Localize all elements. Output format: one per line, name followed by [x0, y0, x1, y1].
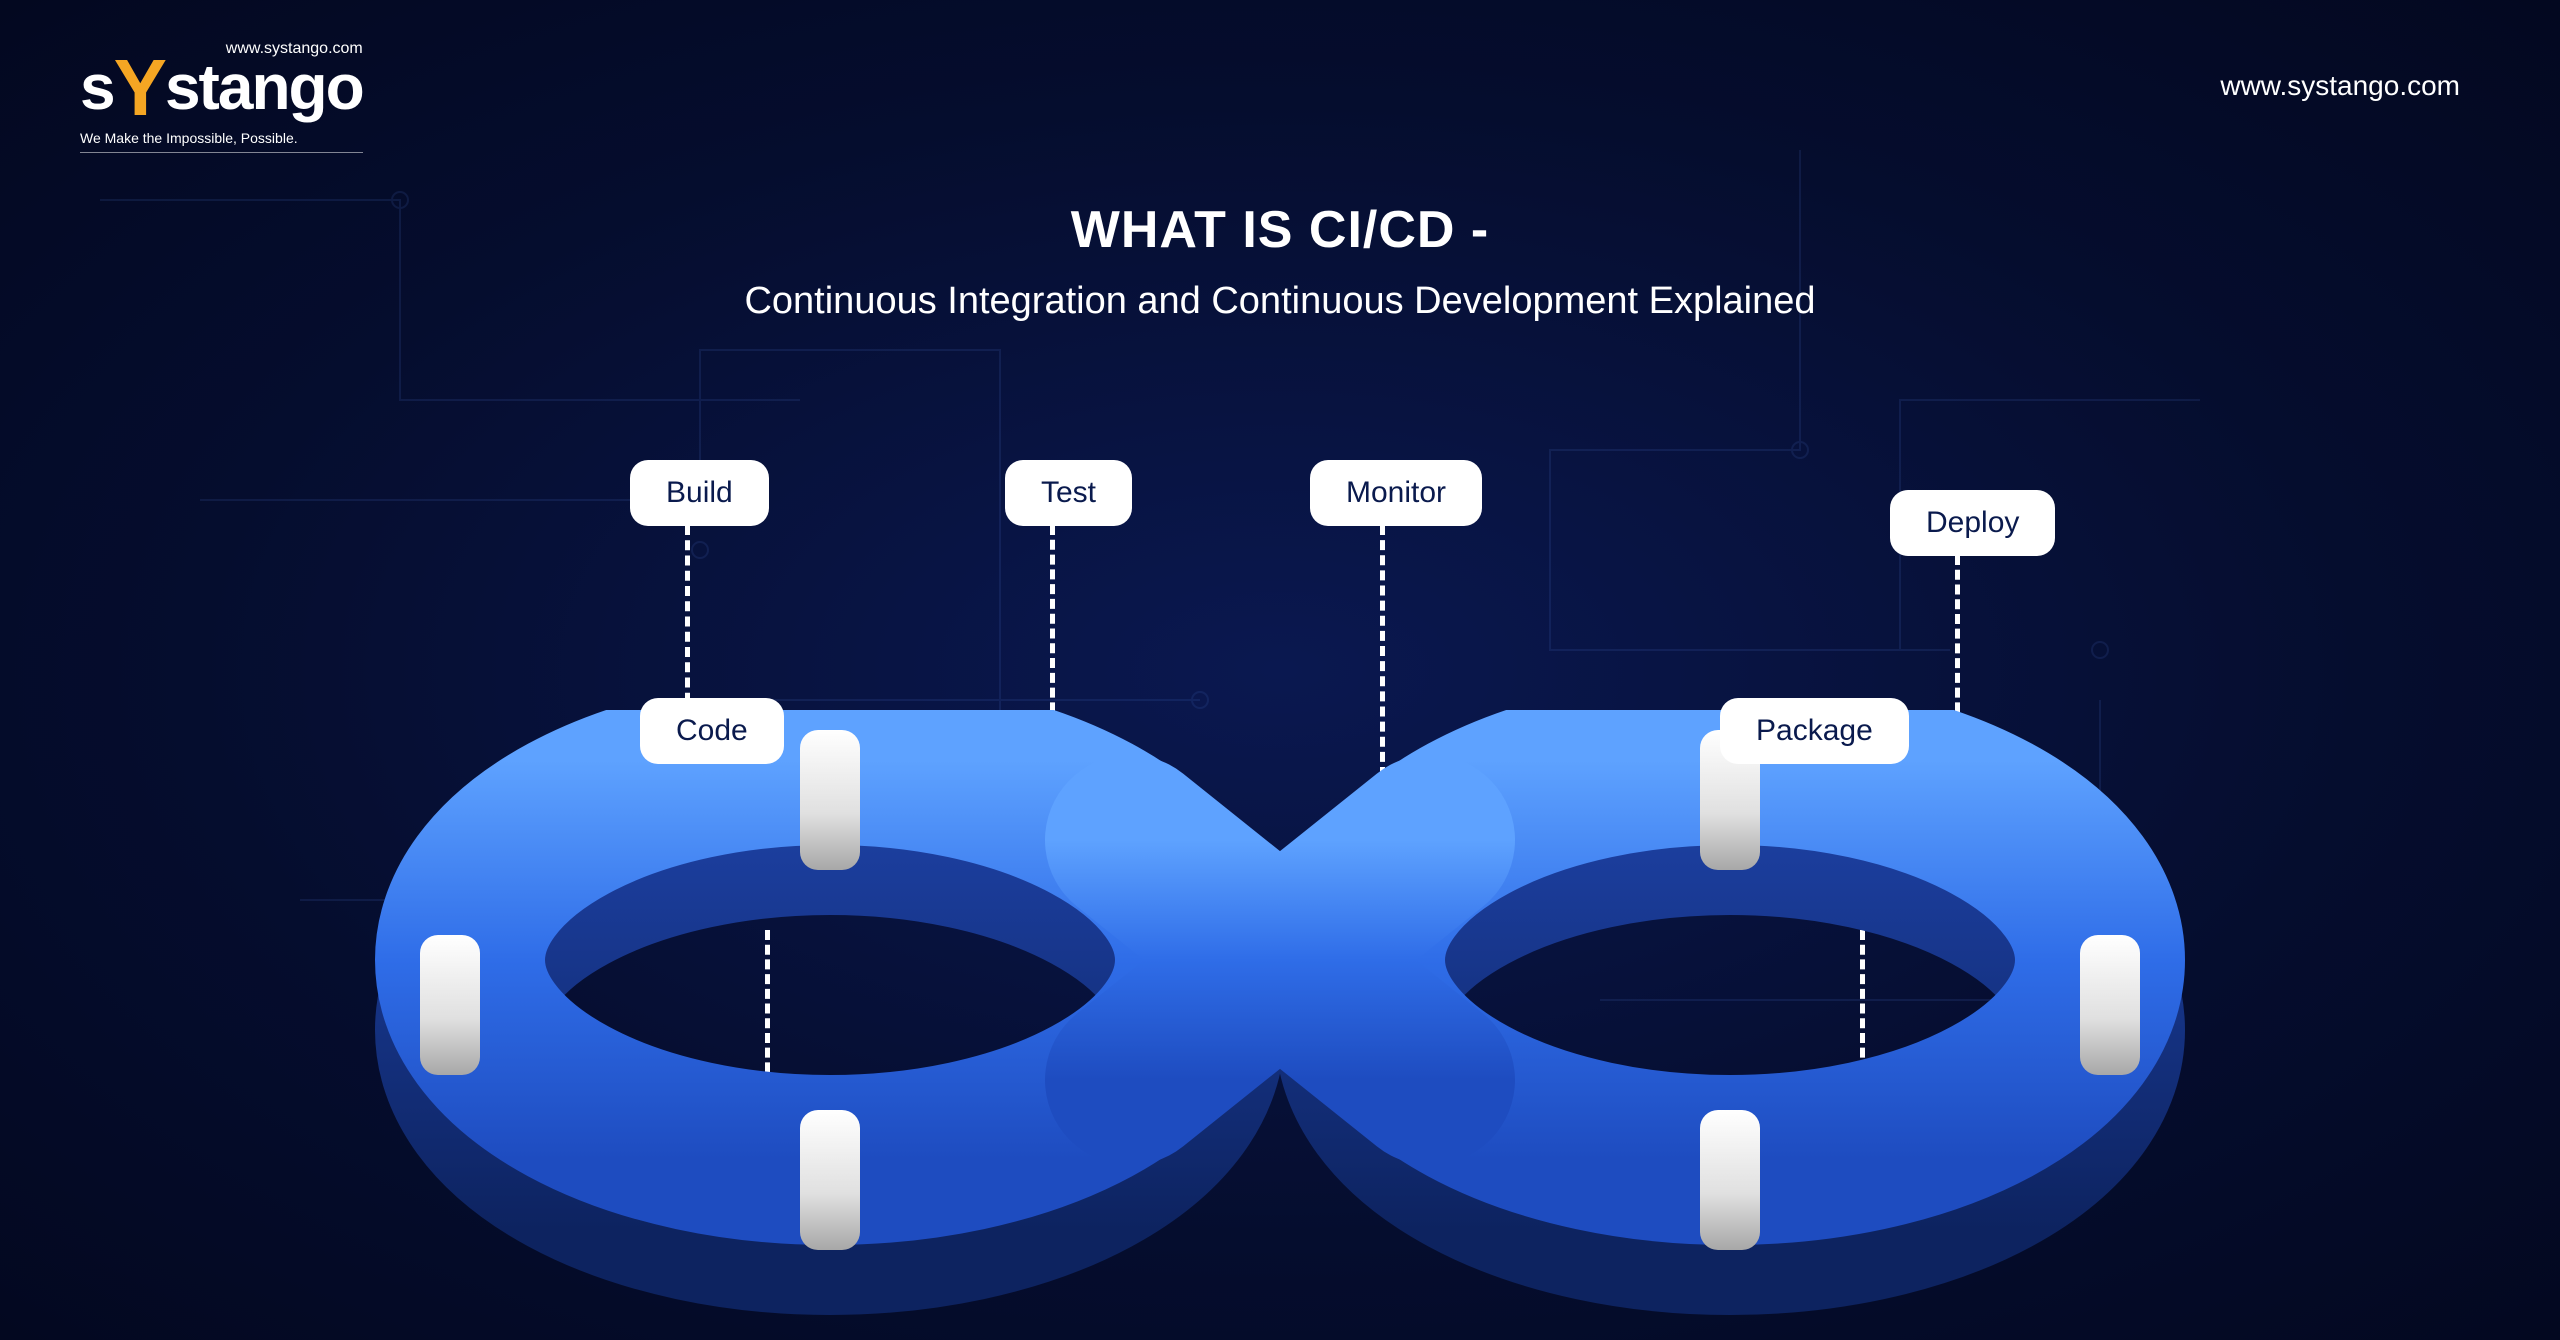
cicd-infinity-diagram: Build Test Monitor Deploy Code Package: [350, 430, 2210, 1330]
title-block: WHAT IS CI/CD - Continuous Integration a…: [0, 200, 2560, 323]
brand-logo: www.systango.com sYstango We Make the Im…: [80, 40, 363, 153]
stage-deploy: Deploy: [1890, 490, 2055, 556]
stage-code: Code: [640, 698, 784, 764]
stage-monitor: Monitor: [1310, 460, 1482, 526]
page-title: WHAT IS CI/CD -: [0, 200, 2560, 260]
stage-test: Test: [1005, 460, 1132, 526]
logo-tagline: We Make the Impossible, Possible.: [80, 130, 363, 153]
website-url: www.systango.com: [2220, 70, 2460, 102]
infinity-loop-icon: [350, 710, 2210, 1330]
stage-package: Package: [1720, 698, 1909, 764]
logo-wordmark: sYstango: [80, 52, 363, 124]
stage-build: Build: [630, 460, 769, 526]
page-subtitle: Continuous Integration and Continuous De…: [0, 280, 2560, 323]
